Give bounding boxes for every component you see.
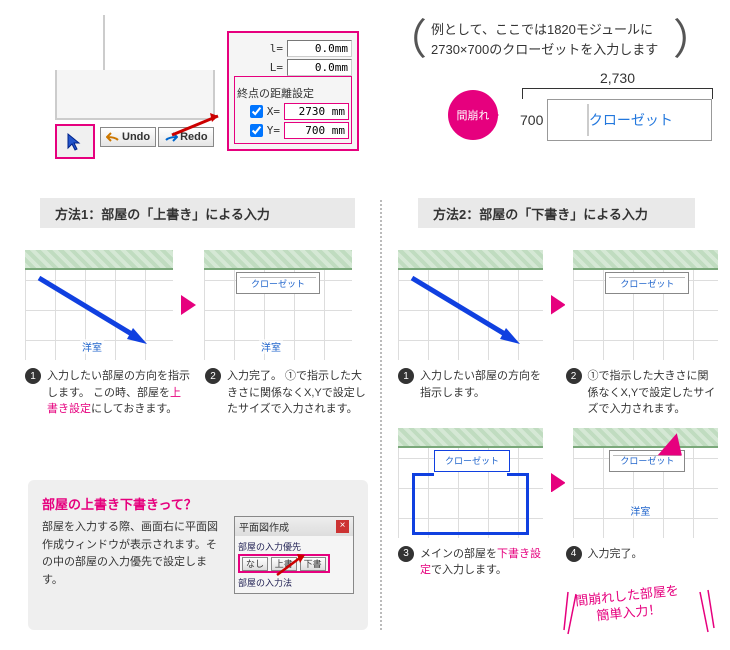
step-num: 1 (25, 368, 41, 384)
paren-right-icon: ） (673, 24, 715, 56)
m2-step3: メインの部屋を下書き設定で入力します。 (420, 546, 551, 579)
undo-button[interactable]: Undo (100, 127, 156, 147)
undo-icon (106, 132, 120, 142)
triangle-right-icon (551, 473, 566, 493)
mini-dialog: 平面図作成× 部屋の入力優先 なし 上書 下書 部屋の入力法 (234, 516, 354, 594)
drag-arrow-icon (35, 274, 155, 349)
l0-input[interactable] (287, 40, 352, 57)
priority-none-button[interactable]: なし (242, 557, 268, 571)
m2-step2: ①で指示した大きさに関係なくX,Yで設定したサイズで入力されます。 (588, 368, 719, 418)
toolbar-select-button[interactable] (55, 124, 95, 159)
magakure-badge: 間崩れ (448, 90, 498, 140)
arrow-to-buttons-icon (275, 553, 310, 578)
m2-step4: 入力完了。 (588, 546, 719, 579)
m1-cell-1: 洋室 (25, 250, 173, 360)
x-check[interactable] (250, 105, 263, 118)
x-input[interactable] (284, 103, 349, 120)
paren-left-icon: （ (385, 24, 427, 56)
cursor-arrow-icon (65, 132, 85, 152)
dim-height: 700 (520, 112, 543, 128)
step-num: 1 (398, 368, 414, 384)
triangle-right-icon (551, 295, 566, 315)
distance-dialog: l= L= 終点の距離設定 X= Y= (227, 31, 359, 151)
dim-width: 2,730 (520, 70, 715, 86)
final-callout: 間崩れした部屋を 簡単入力！ (575, 583, 682, 627)
m2-step1: 入力したい部屋の方向を指示します。 (420, 368, 551, 418)
method1-header: 方法1：部屋の「上書き」による入力 (40, 198, 355, 228)
info-title: 部屋の上書き下書きって？ (42, 494, 224, 513)
undo-label: Undo (122, 131, 150, 143)
m1-cell-2: クローゼット 洋室 (204, 250, 352, 360)
dialog-title: 終点の距離設定 (237, 85, 349, 101)
m2-cell-3: クローゼット (398, 428, 543, 538)
m2-cell-1 (398, 250, 543, 360)
drag-arrow-icon (408, 274, 528, 349)
arrow-to-dialog-icon (170, 110, 230, 140)
triangle-right-icon (181, 295, 196, 315)
example-text: 例として、ここでは1820モジュールに2730×700のクローゼットを入力します (427, 20, 673, 59)
info-box: 部屋の上書き下書きって？ 部屋を入力する際、画面右に平面図作成ウィンドウが表示さ… (28, 480, 368, 630)
triangle-down-right-icon (648, 418, 688, 478)
method2-header: 方法2：部屋の「下書き」による入力 (418, 198, 695, 228)
m1-step2: 入力完了。 ①で指示した大きさに関係なくX,Yで設定したサイズで入力されます。 (227, 368, 370, 418)
y-check[interactable] (250, 124, 263, 137)
step-num: 4 (566, 546, 582, 562)
emphasis-rays-icon (696, 588, 716, 638)
m2-cell-4: クローゼット 洋室 (573, 428, 718, 538)
step-num: 2 (566, 368, 582, 384)
step-num: 2 (205, 368, 221, 384)
info-text: 部屋を入力する際、画面右に平面図作成ウィンドウが表示されます。その中の部屋の入力… (42, 519, 224, 589)
closet-diagram: クローゼット (547, 99, 712, 141)
y-input[interactable] (284, 122, 349, 139)
step-num: 3 (398, 546, 414, 562)
m2-cell-2: クローゼット (573, 250, 718, 360)
m1-step1: 入力したい部屋の方向を指示します。 この時、部屋を上書き設定にしておきます。 (47, 368, 190, 418)
close-icon[interactable]: × (336, 520, 349, 533)
l-input[interactable] (287, 59, 352, 76)
